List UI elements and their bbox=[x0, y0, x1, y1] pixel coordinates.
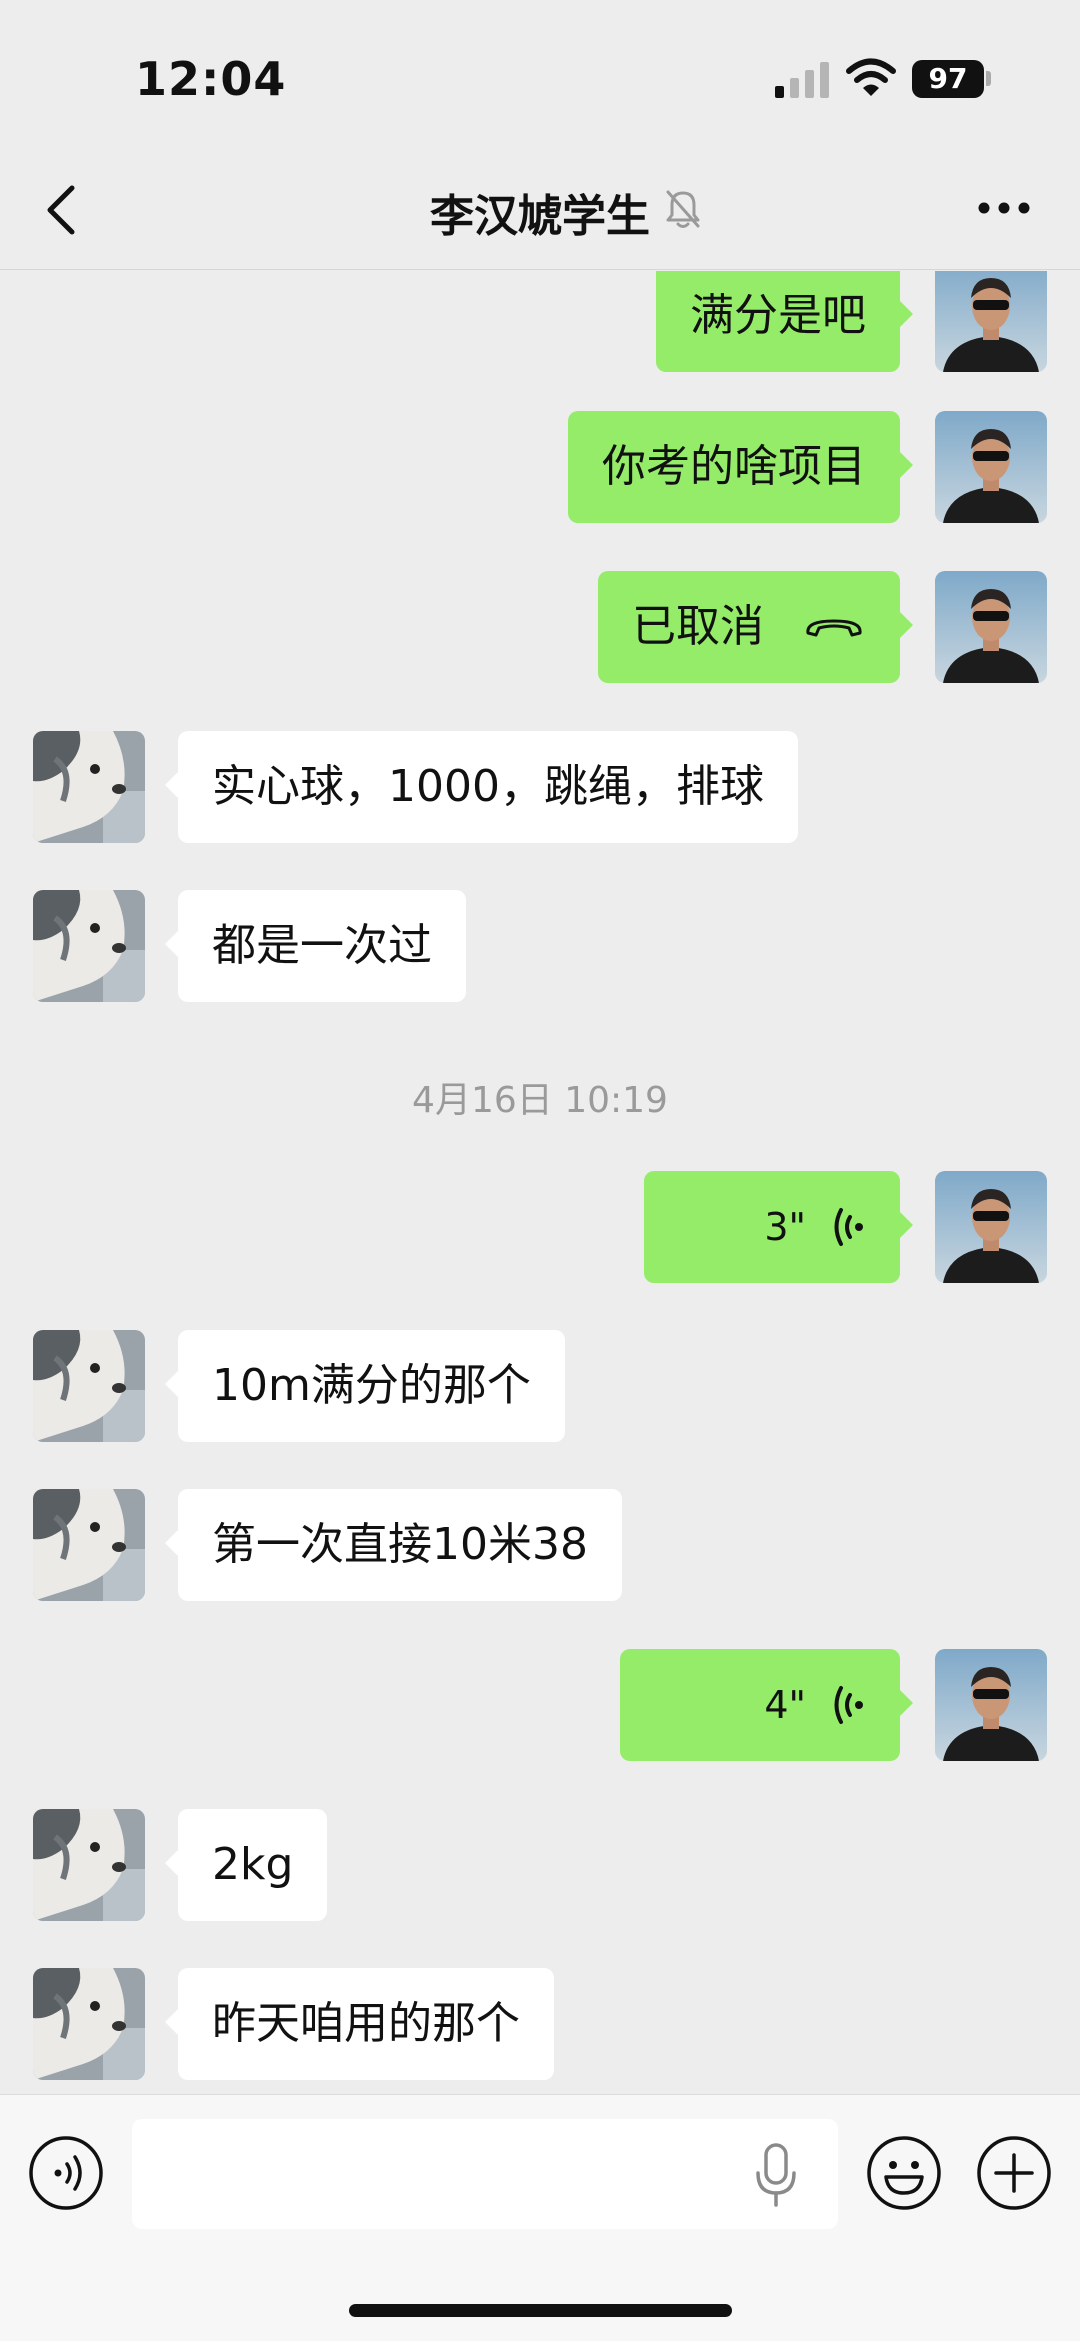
battery-cap bbox=[986, 71, 991, 86]
voice-message-bubble[interactable]: 3" bbox=[644, 1171, 913, 1283]
voice-wave-icon bbox=[834, 1686, 863, 1724]
message-input[interactable] bbox=[132, 2119, 838, 2229]
contact-avatar[interactable] bbox=[33, 890, 145, 1002]
message-row: 2kg bbox=[0, 1809, 1080, 1925]
message-row: 第一次直接10米38 bbox=[0, 1489, 1080, 1605]
contact-avatar[interactable] bbox=[33, 731, 145, 843]
chat-header: 李汉虓学生 bbox=[0, 150, 1080, 270]
message-row: 都是一次过 bbox=[0, 890, 1080, 1006]
message-row: 4" bbox=[0, 1649, 1080, 1765]
status-bar: 12:04 97 bbox=[0, 0, 1080, 150]
contact-avatar[interactable] bbox=[33, 1809, 145, 1921]
plus-icon[interactable] bbox=[976, 2135, 1052, 2211]
hang-up-icon bbox=[806, 619, 862, 637]
voice-mode-icon[interactable] bbox=[28, 2135, 104, 2211]
message-bubble[interactable]: 都是一次过 bbox=[165, 890, 466, 1002]
voice-duration: 4" bbox=[764, 1683, 806, 1727]
cellular-signal-icon bbox=[775, 62, 829, 98]
message-bubble[interactable]: 2kg bbox=[164, 1809, 328, 1921]
message-bubble[interactable]: 你考的啥项目 bbox=[568, 411, 913, 523]
message-row: 实心球，1000，跳绳，排球 bbox=[0, 731, 1080, 847]
status-time: 12:04 bbox=[135, 52, 287, 106]
message-row: 3" bbox=[0, 1171, 1080, 1287]
contact-avatar[interactable] bbox=[33, 1330, 145, 1442]
my-avatar[interactable] bbox=[935, 1171, 1047, 1283]
chat-timestamp: 4月16日 10:19 bbox=[412, 1080, 668, 1121]
my-avatar[interactable] bbox=[935, 1649, 1047, 1761]
message-list[interactable]: 满分是吧 你考的啥项目 已取消 实心球，1000，跳绳，排球 都是一次过 4月1… bbox=[0, 271, 1080, 2094]
message-bubble[interactable]: 昨天咱用的那个 bbox=[165, 1968, 554, 2080]
mic-icon[interactable] bbox=[754, 2143, 798, 2207]
message-bubble[interactable]: 实心球，1000，跳绳，排球 bbox=[165, 731, 798, 843]
more-icon[interactable] bbox=[976, 196, 1032, 220]
voice-wave-icon bbox=[834, 1208, 863, 1246]
message-bubble[interactable]: 满分是吧 bbox=[656, 271, 913, 372]
wifi-icon bbox=[846, 58, 896, 96]
emoji-icon[interactable] bbox=[866, 2135, 942, 2211]
contact-avatar[interactable] bbox=[33, 1968, 145, 2080]
message-row: 已取消 bbox=[0, 571, 1080, 687]
my-avatar[interactable] bbox=[935, 411, 1047, 523]
message-bubble[interactable]: 10m满分的那个 bbox=[165, 1330, 565, 1442]
mute-icon bbox=[666, 190, 700, 228]
voice-message-bubble[interactable]: 4" bbox=[620, 1649, 913, 1761]
my-avatar[interactable] bbox=[935, 271, 1047, 372]
my-avatar[interactable] bbox=[935, 571, 1047, 683]
contact-avatar[interactable] bbox=[33, 1489, 145, 1601]
message-bubble[interactable]: 第一次直接10米38 bbox=[165, 1489, 622, 1601]
voice-duration: 3" bbox=[764, 1205, 806, 1249]
battery-icon: 97 bbox=[912, 60, 984, 98]
call-record-bubble[interactable]: 已取消 bbox=[598, 571, 913, 683]
message-row: 你考的啥项目 bbox=[0, 411, 1080, 527]
chat-title[interactable]: 李汉虓学生 bbox=[0, 180, 1080, 244]
message-row: 满分是吧 bbox=[0, 271, 1080, 376]
message-row: 昨天咱用的那个 bbox=[0, 1968, 1080, 2084]
call-status-text: 已取消 bbox=[632, 601, 764, 652]
message-row: 10m满分的那个 bbox=[0, 1330, 1080, 1446]
home-indicator[interactable] bbox=[349, 2304, 732, 2317]
